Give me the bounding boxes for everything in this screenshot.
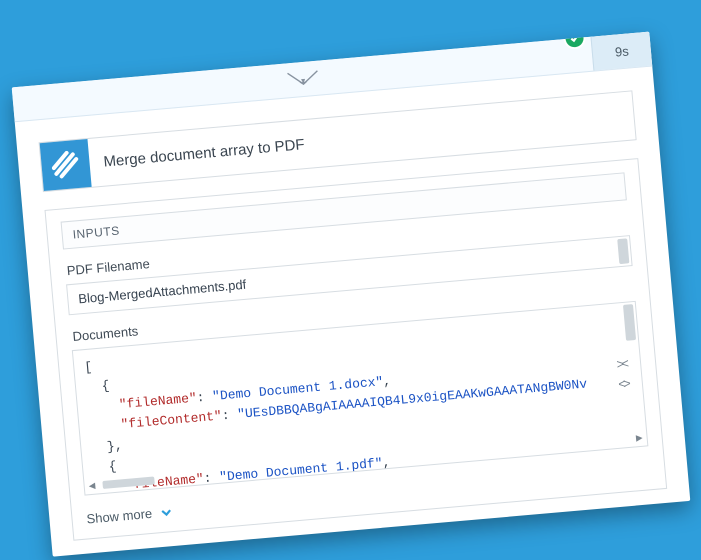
chevron-down-icon: [159, 506, 172, 519]
inputs-panel: INPUTS PDF Filename Blog-MergedAttachmen…: [44, 158, 667, 541]
diagonal-stripes-icon: [39, 139, 91, 191]
duration-label: 9s: [590, 32, 652, 71]
scroll-right-icon[interactable]: ▶: [635, 431, 643, 449]
action-run-card: 9s Merge document arr: [11, 32, 690, 557]
scroll-left-icon[interactable]: ◀: [88, 479, 96, 496]
expand-icon[interactable]: ><<>: [615, 355, 628, 396]
page-background: 9s Merge document arr: [0, 0, 701, 560]
horizontal-scrollbar[interactable]: ◀ ▶: [88, 433, 643, 491]
chevron-down-icon: [284, 70, 319, 89]
show-more-button[interactable]: Show more: [85, 504, 172, 526]
pdf-filename-value: Blog-MergedAttachments.pdf: [77, 277, 246, 307]
action-title: Merge document array to PDF: [88, 136, 304, 172]
show-more-label: Show more: [85, 506, 152, 527]
